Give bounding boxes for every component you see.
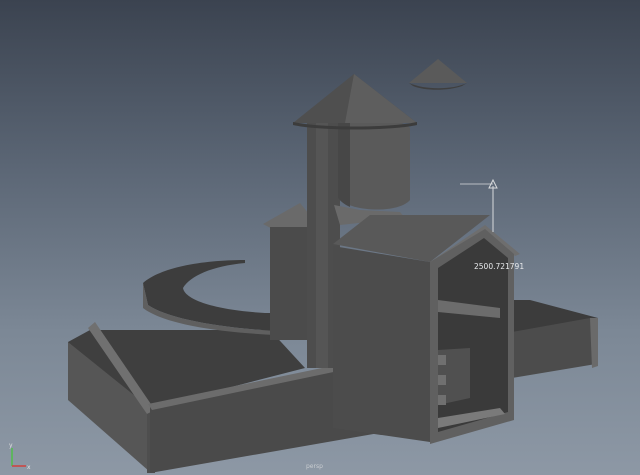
- turret-cylinder-shade: [338, 120, 350, 207]
- axis-gizmo: y x: [9, 442, 31, 471]
- axis-y-label: y: [9, 442, 13, 449]
- tower-cone-roof-light: [345, 74, 417, 123]
- viewport-floor-shade: [0, 470, 640, 475]
- axis-x-label: x: [27, 464, 31, 471]
- distance-readout: 2500.721791: [474, 262, 525, 271]
- floating-cone: [409, 59, 467, 83]
- floating-cone-rim: [409, 83, 467, 90]
- interior-step-3: [438, 395, 446, 405]
- interior-step-1: [438, 355, 446, 365]
- tower-cylinder-highlight: [316, 118, 328, 368]
- interior-step-2: [438, 375, 446, 385]
- camera-label: persp: [306, 463, 323, 470]
- viewport-3d[interactable]: 2500.721791 persp y x: [0, 0, 640, 475]
- rear-building-wall: [270, 227, 310, 340]
- house-left-wall: [333, 246, 430, 442]
- castle-model[interactable]: [0, 0, 640, 475]
